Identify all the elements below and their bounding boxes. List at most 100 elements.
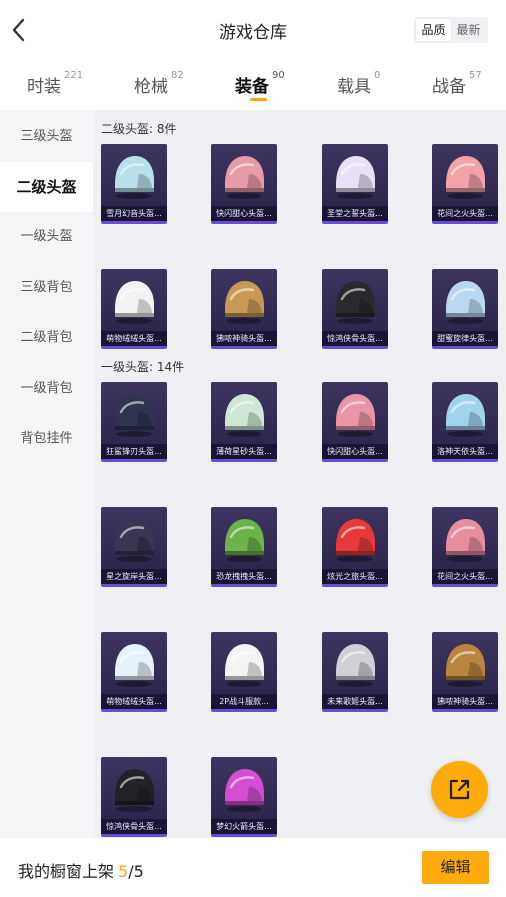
helmet-image — [225, 156, 264, 199]
helmet-image — [225, 281, 264, 324]
sidebar-item-level1-backpack[interactable]: 一级背包 — [0, 364, 93, 414]
helmet-name: 惊鸿侠骨头盔... — [322, 331, 388, 346]
bottom-bar: 我的橱窗上架 5/5 编辑 — [0, 838, 506, 897]
edit-button[interactable]: 编辑 — [422, 851, 489, 884]
helmet-card[interactable]: 萌物绒绒头盔... — [101, 632, 167, 712]
helmet-image — [115, 769, 154, 812]
helmet-name: 雪月幻音头盔... — [101, 206, 167, 221]
helmet-name: 狒哝神骑头盔... — [432, 694, 498, 709]
share-out-icon — [449, 779, 470, 800]
tab-vehicles[interactable]: 载具0 — [337, 70, 381, 97]
helmet-name: 狂鲨锋刃头盔... — [101, 444, 167, 459]
helmet-name: 狒哝神骑头盔... — [211, 331, 277, 346]
showcase-count: 5 — [118, 862, 129, 881]
category-tabs: 时装221 枪械82 装备90 载具0 战备57 — [0, 62, 506, 110]
showcase-label: 我的橱窗上架 5/5 — [18, 858, 144, 882]
helmet-image — [336, 519, 375, 562]
tab-count: 90 — [272, 70, 285, 81]
helmet-card[interactable]: 快闪甜心头盔... — [322, 382, 388, 462]
helmet-card[interactable]: 星之旋岸头盔... — [101, 507, 167, 587]
back-arrow-icon[interactable] — [8, 14, 32, 46]
helmet-name: 洛神天依头盔... — [432, 444, 498, 459]
helmet-name: 梦幻火箭头盔... — [211, 819, 277, 834]
helmet-card[interactable]: 薄荷星砂头盔... — [211, 382, 277, 462]
helmet-image — [115, 156, 154, 199]
tab-gear[interactable]: 战备57 — [432, 70, 482, 97]
helmet-image — [336, 156, 375, 199]
helmet-card[interactable]: 2P战斗服款... — [211, 632, 277, 712]
helmet-image — [446, 519, 485, 562]
helmet-image — [336, 281, 375, 324]
tab-label: 时装 — [27, 77, 61, 97]
helmet-image — [225, 769, 264, 812]
tab-label: 战备 — [432, 77, 466, 97]
sort-by-quality[interactable]: 品质 — [416, 19, 451, 41]
helmet-image — [446, 644, 485, 687]
helmet-image — [225, 644, 264, 687]
helmet-name: 萌物绒绒头盔... — [101, 694, 167, 709]
helmet-name: 圣堂之誓头盔... — [322, 206, 388, 221]
helmet-card[interactable]: 雪月幻音头盔... — [101, 144, 167, 224]
helmet-card[interactable]: 惊鸿侠骨头盔... — [322, 269, 388, 349]
helmet-card[interactable]: 惊鸿侠骨头盔... — [101, 757, 167, 837]
helmet-name: 未来歌姬头盔... — [322, 694, 388, 709]
helmet-card[interactable]: 萌物绒绒头盔... — [101, 269, 167, 349]
helmet-name: 萌物绒绒头盔... — [101, 331, 167, 346]
helmet-card[interactable]: 未来歌姬头盔... — [322, 632, 388, 712]
helmet-image — [446, 394, 485, 437]
section-title-level1: 一级头盔: 14件 — [101, 360, 185, 374]
sidebar-item-level2-helmet[interactable]: 二级头盔 — [0, 162, 93, 212]
header: 游戏仓库 品质 最新 — [0, 0, 506, 60]
tab-fashion[interactable]: 时装221 — [27, 70, 84, 97]
helmet-name: 炫光之旅头盔... — [322, 569, 388, 584]
helmet-image — [446, 156, 485, 199]
sort-by-newest[interactable]: 最新 — [451, 19, 486, 41]
helmet-name: 快闪甜心头盔... — [322, 444, 388, 459]
tab-count: 221 — [64, 70, 84, 81]
showcase-total: 5 — [133, 862, 144, 881]
helmet-image — [115, 519, 154, 562]
helmet-card[interactable]: 恐龙拽拽头盔... — [211, 507, 277, 587]
helmet-image — [225, 394, 264, 437]
helmet-card[interactable]: 梦幻火箭头盔... — [211, 757, 277, 837]
sidebar-item-level3-helmet[interactable]: 三级头盔 — [0, 112, 93, 162]
helmet-name: 花间之火头盔... — [432, 569, 498, 584]
tab-label: 枪械 — [134, 77, 168, 97]
helmet-card[interactable]: 花间之火头盔... — [432, 144, 498, 224]
sidebar: 三级头盔 二级头盔 一级头盔 三级背包 二级背包 一级背包 背包挂件 — [0, 110, 93, 838]
helmet-name: 星之旋岸头盔... — [101, 569, 167, 584]
helmet-card[interactable]: 快闪甜心头盔... — [211, 144, 277, 224]
helmet-name: 2P战斗服款... — [211, 694, 277, 709]
helmet-card[interactable]: 洛神天依头盔... — [432, 382, 498, 462]
share-button[interactable] — [431, 761, 488, 818]
helmet-image — [115, 644, 154, 687]
active-tab-indicator — [250, 98, 267, 101]
helmet-card[interactable]: 狂鲨锋刃头盔... — [101, 382, 167, 462]
helmet-card[interactable]: 狒哝神骑头盔... — [432, 632, 498, 712]
helmet-name: 快闪甜心头盔... — [211, 206, 277, 221]
tab-count: 0 — [374, 70, 381, 81]
helmet-card[interactable]: 甜蜜旋律头盔... — [432, 269, 498, 349]
sidebar-item-level1-helmet[interactable]: 一级头盔 — [0, 212, 93, 262]
helmet-name: 花间之火头盔... — [432, 206, 498, 221]
tab-label: 载具 — [337, 77, 371, 97]
helmet-card[interactable]: 圣堂之誓头盔... — [322, 144, 388, 224]
tab-label: 装备 — [235, 77, 269, 97]
showcase-text: 我的橱窗上架 — [18, 862, 115, 881]
helmet-name: 甜蜜旋律头盔... — [432, 331, 498, 346]
helmet-image — [336, 644, 375, 687]
helmet-card[interactable]: 花间之火头盔... — [432, 507, 498, 587]
helmet-name: 惊鸿侠骨头盔... — [101, 819, 167, 834]
tab-count: 57 — [469, 70, 482, 81]
sidebar-item-level2-backpack[interactable]: 二级背包 — [0, 313, 93, 363]
helmet-card[interactable]: 炫光之旅头盔... — [322, 507, 388, 587]
sort-toggle: 品质 最新 — [414, 17, 488, 43]
sidebar-item-level3-backpack[interactable]: 三级背包 — [0, 263, 93, 313]
tab-weapons[interactable]: 枪械82 — [134, 70, 184, 97]
sidebar-item-backpack-charm[interactable]: 背包挂件 — [0, 414, 93, 464]
helmet-image — [336, 394, 375, 437]
helmet-card[interactable]: 狒哝神骑头盔... — [211, 269, 277, 349]
item-grid: 二级头盔: 8件 一级头盔: 14件 雪月幻音头盔... 快闪甜心头盔... 圣堂之… — [93, 110, 506, 838]
warehouse-screen: 游戏仓库 品质 最新 时装221 枪械82 装备90 载具0 战备57 三级头盔… — [0, 0, 506, 897]
tab-equipment[interactable]: 装备90 — [235, 70, 285, 97]
